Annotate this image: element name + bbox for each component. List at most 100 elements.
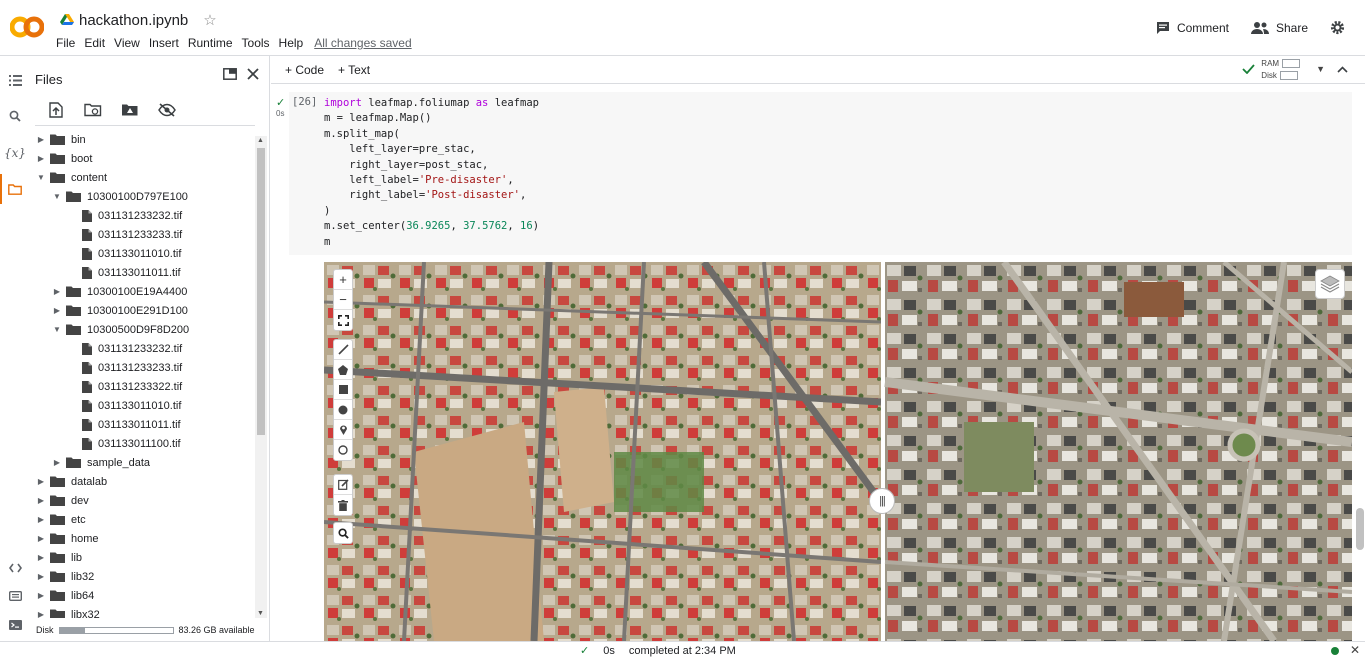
tree-file-row[interactable]: 031131233232.tif <box>68 339 182 358</box>
menu-runtime[interactable]: Runtime <box>188 36 233 50</box>
cell-execution-count[interactable]: [26] <box>292 96 317 108</box>
chevron-right-icon[interactable]: ▶ <box>52 287 62 296</box>
colab-logo[interactable] <box>10 14 44 40</box>
command-palette-icon[interactable] <box>5 586 25 606</box>
resources-dropdown-icon[interactable]: ▼ <box>1316 64 1325 74</box>
chevron-right-icon[interactable]: ▶ <box>36 477 46 486</box>
tree-file-row[interactable]: 031133011011.tif <box>68 263 181 282</box>
draw-marker-button[interactable] <box>334 420 352 440</box>
resources-indicator[interactable]: RAM Disk ▼ <box>1242 57 1325 81</box>
tree-folder-row[interactable]: ▶ datalab <box>36 472 107 491</box>
tree-folder-row[interactable]: ▶ lib32 <box>36 567 94 586</box>
notebook-scrollbar-thumb[interactable] <box>1356 508 1364 550</box>
split-divider-line[interactable] <box>881 262 885 641</box>
draw-rectangle-button[interactable] <box>334 380 352 400</box>
split-divider-handle[interactable]: ||| <box>869 488 895 514</box>
search-icon[interactable] <box>5 106 25 126</box>
zoom-in-button[interactable]: + <box>334 270 352 290</box>
draw-polyline-button[interactable] <box>334 340 352 360</box>
chevron-right-icon[interactable]: ▶ <box>36 534 46 543</box>
tree-folder-row[interactable]: ▶ boot <box>36 149 93 168</box>
edit-layers-button[interactable] <box>334 475 352 495</box>
close-icon[interactable] <box>247 68 259 80</box>
tree-file-row[interactable]: 031131233322.tif <box>68 377 182 396</box>
menu-file[interactable]: File <box>56 36 75 50</box>
save-status[interactable]: All changes saved <box>314 36 411 50</box>
disk-available: 83.26 GB available <box>178 625 255 635</box>
menu-insert[interactable]: Insert <box>149 36 179 50</box>
chevron-right-icon[interactable]: ▶ <box>36 553 46 562</box>
scroll-down-icon[interactable]: ▼ <box>257 610 264 617</box>
share-button[interactable]: Share <box>1250 21 1308 35</box>
tree-folder-row[interactable]: ▶ sample_data <box>52 453 150 472</box>
tree-file-row[interactable]: 031131233233.tif <box>68 225 182 244</box>
chevron-right-icon[interactable]: ▶ <box>36 591 46 600</box>
map-search-button[interactable] <box>334 523 352 543</box>
chevron-right-icon[interactable]: ▶ <box>36 515 46 524</box>
tree-file-row[interactable]: 031133011010.tif <box>68 244 181 263</box>
delete-layers-button[interactable] <box>334 495 352 515</box>
tree-folder-row[interactable]: ▶ dev <box>36 491 89 510</box>
chevron-down-icon[interactable]: ▼ <box>52 192 62 201</box>
code-snippets-icon[interactable] <box>5 558 25 578</box>
tree-folder-row[interactable]: ▶ lib <box>36 548 82 567</box>
menu-tools[interactable]: Tools <box>242 36 270 50</box>
tree-file-row[interactable]: 031133011011.tif <box>68 415 181 434</box>
hide-files-icon[interactable] <box>157 100 177 120</box>
chevron-right-icon[interactable]: ▶ <box>52 306 62 315</box>
cell-code[interactable]: import leafmap.foliumap as leafmap m = l… <box>324 96 539 250</box>
chevron-down-icon[interactable]: ▼ <box>52 325 62 334</box>
gear-icon[interactable] <box>1330 20 1345 35</box>
chevron-down-icon[interactable]: ▼ <box>36 173 46 182</box>
chevron-right-icon[interactable]: ▶ <box>36 610 46 618</box>
execution-status[interactable]: ✓ 0s completed at 2:34 PM <box>580 644 736 658</box>
zoom-out-button[interactable]: − <box>334 290 352 310</box>
chevron-right-icon[interactable]: ▶ <box>36 496 46 505</box>
layers-control-button[interactable] <box>1315 269 1345 299</box>
add-code-button[interactable]: + Code <box>285 63 324 77</box>
menu-edit[interactable]: Edit <box>84 36 105 50</box>
chevron-right-icon[interactable]: ▶ <box>52 458 62 467</box>
variables-icon[interactable]: {x} <box>4 143 26 163</box>
tree-file-row[interactable]: 031133011010.tif <box>68 396 181 415</box>
open-in-tab-icon[interactable] <box>223 68 237 80</box>
menu-help[interactable]: Help <box>279 36 304 50</box>
notebook-name[interactable]: hackathon.ipynb <box>79 12 188 29</box>
fullscreen-button[interactable] <box>334 310 352 330</box>
draw-circle-button[interactable] <box>334 400 352 420</box>
comment-button[interactable]: Comment <box>1156 21 1229 35</box>
star-icon[interactable]: ☆ <box>203 11 216 29</box>
tree-folder-row[interactable]: ▼ content <box>36 168 107 187</box>
file-tree-scrollbar[interactable]: ▲ ▼ <box>255 136 267 618</box>
scroll-up-icon[interactable]: ▲ <box>257 137 264 144</box>
tree-file-row[interactable]: 031131233232.tif <box>68 206 182 225</box>
chevron-right-icon[interactable]: ▶ <box>36 154 46 163</box>
chevron-right-icon[interactable]: ▶ <box>36 572 46 581</box>
chevron-right-icon[interactable]: ▶ <box>36 135 46 144</box>
tree-folder-row[interactable]: ▶ 10300100E291D100 <box>52 301 188 320</box>
menu-view[interactable]: View <box>114 36 140 50</box>
mount-drive-icon[interactable] <box>120 100 140 120</box>
terminal-icon[interactable] <box>5 615 25 635</box>
collapse-toolbar-icon[interactable] <box>1337 66 1348 73</box>
tree-folder-row[interactable]: ▶ 10300100E19A4400 <box>52 282 187 301</box>
close-status-icon[interactable]: ✕ <box>1350 643 1360 657</box>
tree-folder-row[interactable]: ▼ 10300500D9F8D200 <box>52 320 189 339</box>
tree-folder-row[interactable]: ▶ etc <box>36 510 86 529</box>
add-text-button[interactable]: + Text <box>338 63 370 77</box>
scrollbar-thumb[interactable] <box>257 148 265 435</box>
table-of-contents-icon[interactable] <box>5 70 25 90</box>
tree-file-row[interactable]: 031131233233.tif <box>68 358 182 377</box>
refresh-folder-icon[interactable] <box>83 100 103 120</box>
tree-folder-row[interactable]: ▶ bin <box>36 130 86 149</box>
tree-folder-row[interactable]: ▼ 10300100D797E100 <box>52 187 188 206</box>
draw-polygon-button[interactable] <box>334 360 352 380</box>
tree-folder-row[interactable]: ▶ libx32 <box>36 605 100 618</box>
tree-file-row[interactable]: 031133011100.tif <box>68 434 181 453</box>
draw-circlemarker-button[interactable] <box>334 440 352 460</box>
tree-folder-row[interactable]: ▶ lib64 <box>36 586 94 605</box>
folder-icon[interactable] <box>5 179 25 199</box>
tree-folder-row[interactable]: ▶ home <box>36 529 99 548</box>
split-map[interactable] <box>324 262 1352 641</box>
upload-file-icon[interactable] <box>46 100 66 120</box>
